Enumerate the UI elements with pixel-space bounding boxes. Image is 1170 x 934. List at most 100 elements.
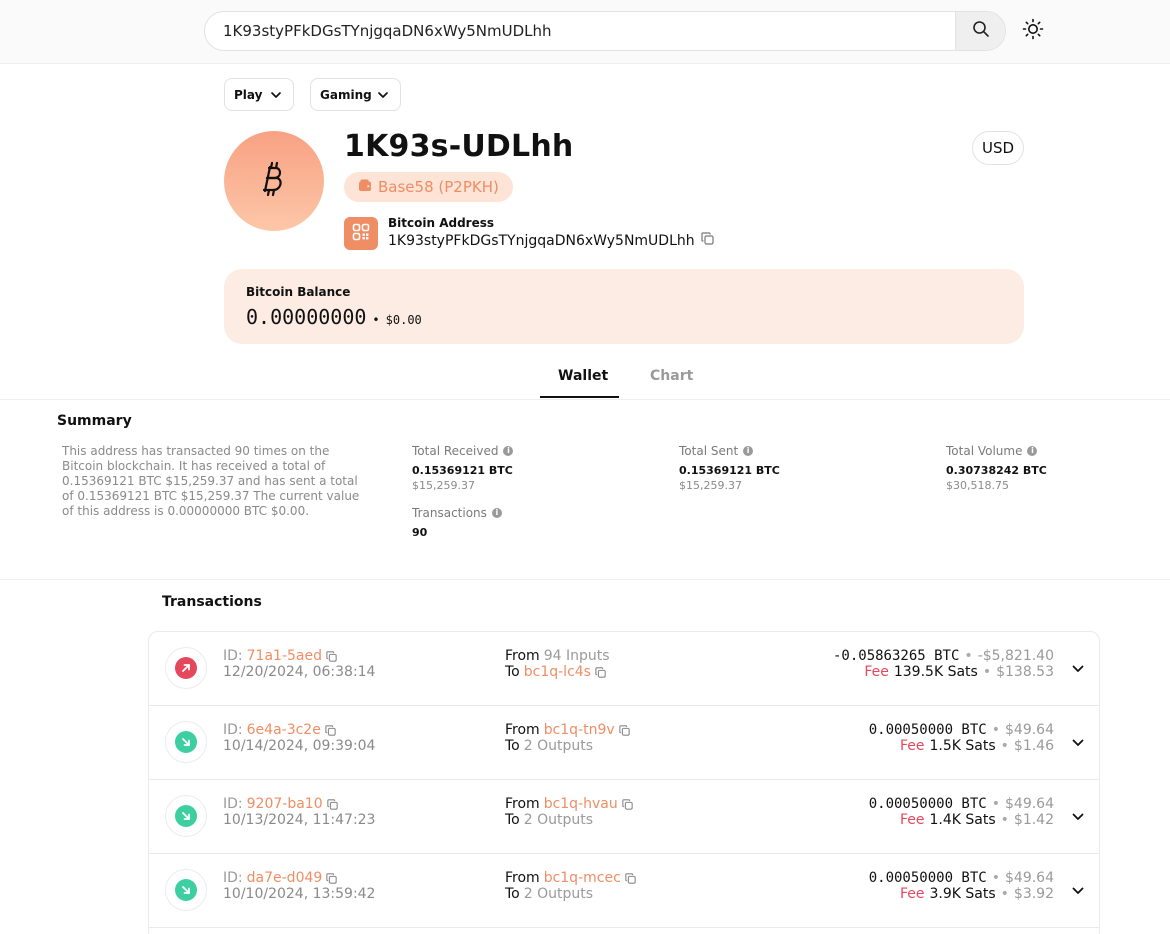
stat-transactions: Transactions i 90 <box>412 506 502 539</box>
expand-button[interactable] <box>1071 883 1085 897</box>
amount-usd: $49.64 <box>1005 722 1054 738</box>
currency-button[interactable]: USD <box>972 131 1024 165</box>
arrow-down-right-icon <box>175 731 197 753</box>
transaction-id-label: ID: <box>223 796 243 812</box>
transaction-id-link[interactable]: da7e-d049 <box>247 870 323 886</box>
bullet: • <box>982 664 992 680</box>
theme-toggle-button[interactable] <box>1021 18 1045 43</box>
info-icon[interactable]: i <box>1027 446 1038 456</box>
gaming-selector[interactable]: Gaming <box>310 78 401 111</box>
amount-btc: 0.00050000 BTC <box>868 870 987 886</box>
transaction-row[interactable]: ID: 9207-ba10 10/13/2024, 11:47:23 From bc1q… <box>149 780 1099 854</box>
transaction-id: ID: 6e4a-3c2e <box>223 722 336 738</box>
search-bar <box>204 11 1006 51</box>
fee-sats: 139.5K Sats <box>893 664 978 680</box>
fee-sats: 3.9K Sats <box>929 886 996 902</box>
search-button[interactable] <box>955 12 1005 50</box>
fee-usd: $1.42 <box>1013 812 1054 828</box>
transaction-id-link[interactable]: 9207-ba10 <box>247 796 323 812</box>
wallet-icon <box>358 178 372 196</box>
copy-icon[interactable] <box>326 650 337 662</box>
from-value[interactable]: bc1q-tn9v <box>544 722 615 738</box>
from-value[interactable]: bc1q-mcec <box>544 870 621 886</box>
transaction-row[interactable]: ID: 71a1-5aed 12/20/2024, 06:38:14 From 94 I… <box>149 632 1099 706</box>
from-label: From <box>505 722 540 738</box>
transaction-to: To bc1q-lc4s <box>505 664 606 680</box>
amount-btc: -0.05863265 BTC <box>832 648 960 664</box>
copy-icon[interactable] <box>625 872 636 884</box>
info-icon[interactable]: i <box>503 446 514 456</box>
transaction-direction <box>165 795 207 837</box>
bullet: • <box>1000 886 1009 902</box>
arrow-up-right-icon <box>175 657 197 679</box>
play-selector[interactable]: Play <box>224 78 294 111</box>
balance-separator: • <box>372 313 380 327</box>
bullet: • <box>991 796 1000 812</box>
stat-total-sent: Total Sent i 0.15369121 BTC $15,259.37 <box>679 444 780 492</box>
copy-icon[interactable] <box>618 724 630 736</box>
transaction-row[interactable]: ID: 6e4a-3c2e 10/14/2024, 09:39:04 From bc1q… <box>149 706 1099 780</box>
copy-icon[interactable] <box>326 798 338 810</box>
transaction-fee: Fee 3.9K Sats • $3.92 <box>900 886 1054 902</box>
transaction-id-link[interactable]: 71a1-5aed <box>247 648 322 664</box>
from-value[interactable]: bc1q-hvau <box>544 796 618 812</box>
transaction-id-label: ID: <box>223 722 243 738</box>
copy-icon[interactable] <box>701 232 714 249</box>
to-label: To <box>505 738 520 754</box>
play-selector-label: Play <box>234 87 263 102</box>
stat-value: 0.30738242 BTC <box>946 464 1047 477</box>
expand-button[interactable] <box>1071 661 1085 675</box>
chevron-down-icon <box>1071 883 1085 902</box>
transaction-to: To 2 Outputs <box>505 886 593 902</box>
address-type-label: Base58 (P2PKH) <box>378 178 499 196</box>
from-label: From <box>505 796 540 812</box>
transaction-date: 10/14/2024, 09:39:04 <box>223 738 376 754</box>
transaction-id-label: ID: <box>223 870 243 886</box>
transaction-amount: 0.00050000 BTC • $49.64 <box>869 796 1054 812</box>
transaction-row[interactable]: ID: da7e-d049 10/10/2024, 13:59:42 From bc1q… <box>149 854 1099 928</box>
from-label: From <box>505 648 540 664</box>
to-value: 2 Outputs <box>523 886 594 902</box>
transaction-fee: Fee 1.4K Sats • $1.42 <box>900 812 1054 828</box>
stat-sub: $15,259.37 <box>412 479 475 492</box>
divider <box>0 399 1170 400</box>
transactions-list: ID: 71a1-5aed 12/20/2024, 06:38:14 From 94 I… <box>148 631 1100 934</box>
info-icon[interactable]: i <box>491 508 502 518</box>
amount-usd: -$5,821.40 <box>977 648 1054 664</box>
balance-card: Bitcoin Balance 0.00000000 • $0.00 <box>224 269 1024 344</box>
copy-icon[interactable] <box>325 724 336 736</box>
tab-wallet[interactable]: Wallet <box>558 368 608 384</box>
copy-icon[interactable] <box>622 798 633 810</box>
transaction-fee: Fee 1.5K Sats • $1.46 <box>900 738 1054 754</box>
bitcoin-icon <box>259 159 289 203</box>
amount-btc: 0.00050000 BTC <box>868 796 987 812</box>
info-icon[interactable]: i <box>743 446 754 456</box>
stat-sub: $30,518.75 <box>946 479 1009 492</box>
transaction-fee: Fee 139.5K Sats • $138.53 <box>864 664 1054 680</box>
transaction-direction <box>165 721 207 763</box>
bullet: • <box>964 648 973 664</box>
transaction-date: 12/20/2024, 06:38:14 <box>223 664 376 680</box>
copy-icon[interactable] <box>595 666 606 678</box>
top-bar <box>0 0 1170 64</box>
tab-chart[interactable]: Chart <box>650 368 693 384</box>
stat-label: Transactions <box>412 506 487 520</box>
qr-code-button[interactable] <box>344 217 378 250</box>
qr-code-icon <box>352 223 370 245</box>
transaction-id-link[interactable]: 6e4a-3c2e <box>247 722 321 738</box>
to-value: 2 Outputs <box>523 738 594 754</box>
expand-button[interactable] <box>1071 735 1085 749</box>
address-full: 1K93styPFkDGsTYnjgqaDN6xWy5NmUDLhh <box>388 232 714 249</box>
stat-value: 0.15369121 BTC <box>412 464 513 477</box>
transaction-direction <box>165 647 207 689</box>
transaction-date: 10/13/2024, 11:47:23 <box>223 812 376 828</box>
address-type-badge: Base58 (P2PKH) <box>344 172 513 202</box>
stat-label: Total Sent <box>679 444 739 458</box>
bullet: • <box>991 870 1000 886</box>
search-input[interactable] <box>205 12 957 50</box>
transaction-date: 10/10/2024, 13:59:42 <box>223 886 376 902</box>
expand-button[interactable] <box>1071 809 1085 823</box>
to-value[interactable]: bc1q-lc4s <box>524 664 591 680</box>
balance-label: Bitcoin Balance <box>246 285 351 299</box>
copy-icon[interactable] <box>326 872 338 884</box>
